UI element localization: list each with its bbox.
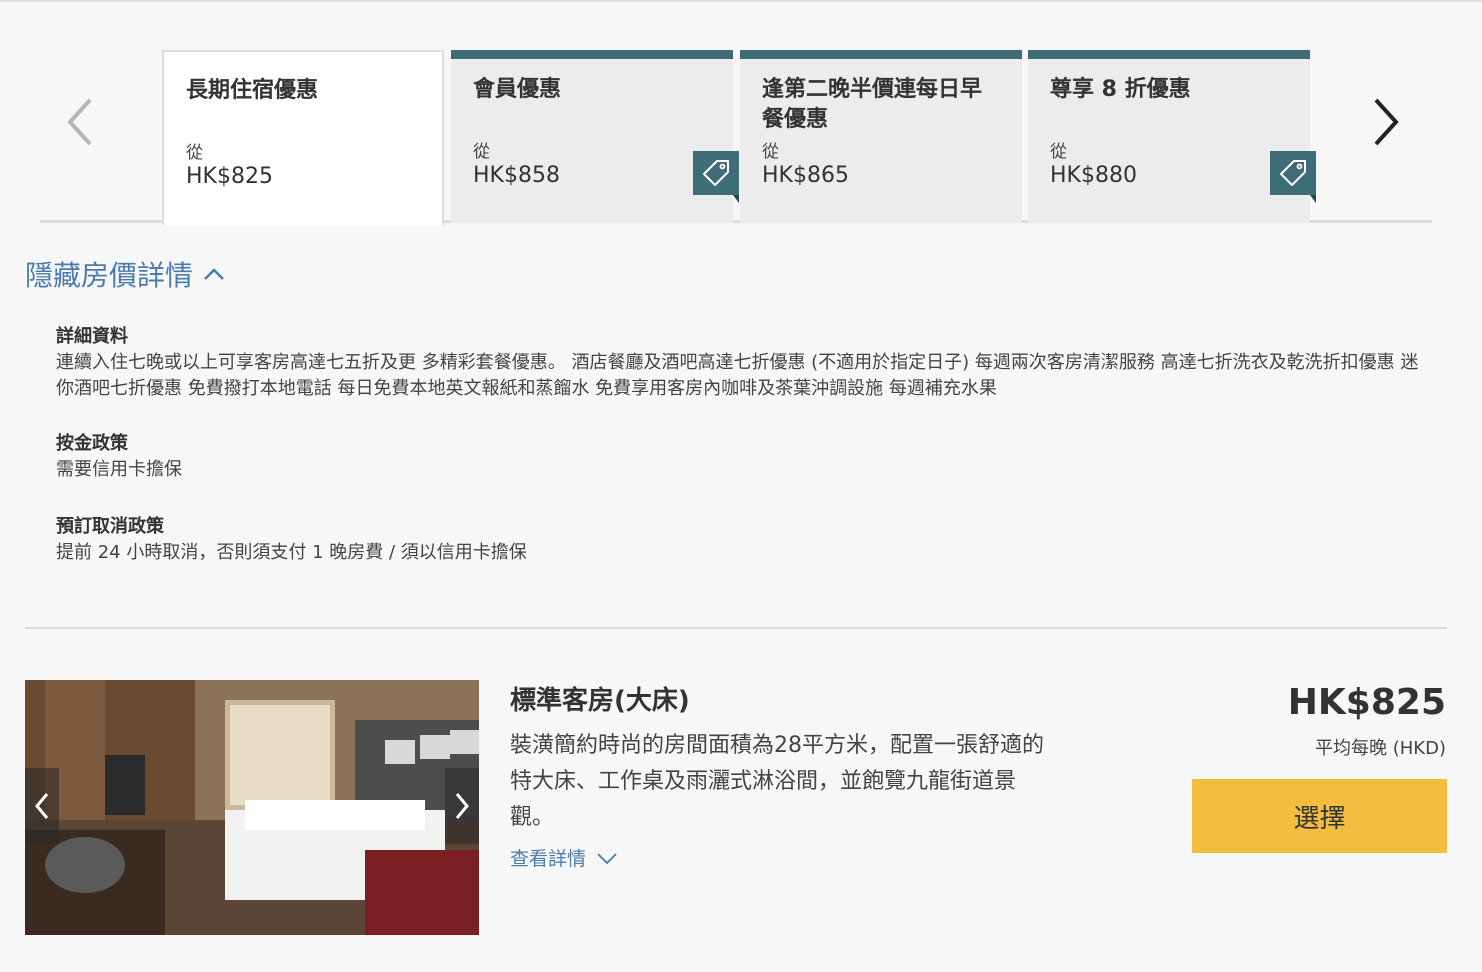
hide-rate-details-link[interactable]: 隱藏房價詳情 bbox=[25, 254, 225, 294]
tab-title: 長期住宿優惠 bbox=[186, 78, 319, 103]
tab-long-stay[interactable]: 長期住宿優惠 從 HK$825 bbox=[162, 50, 444, 225]
photo-prev-button[interactable] bbox=[25, 768, 59, 844]
view-details-label: 查看詳情 bbox=[510, 848, 587, 870]
room-description: 裝潢簡約時尚的房間面積為28平方米，配置一張舒適的特大床、工作桌及雨灑式淋浴間，… bbox=[510, 733, 1044, 830]
tab-price: HK$865 bbox=[762, 163, 849, 188]
top-divider bbox=[0, 0, 1482, 2]
chevron-left-icon bbox=[67, 98, 92, 146]
tab-title: 會員優惠 bbox=[473, 77, 562, 102]
tab-from-label: 從 bbox=[762, 142, 779, 162]
tab-member[interactable]: 會員優惠 從 HK$858 bbox=[451, 50, 739, 223]
details-info-heading: 詳細資料 bbox=[56, 326, 128, 347]
tab-price: HK$880 bbox=[1050, 163, 1137, 188]
price-tag-icon bbox=[1280, 160, 1306, 186]
room-photo bbox=[25, 680, 479, 935]
tag-badge bbox=[693, 151, 739, 203]
tab-price: HK$825 bbox=[186, 164, 273, 189]
tab-from-label: 從 bbox=[186, 143, 203, 163]
chevron-down-icon bbox=[597, 852, 617, 864]
tab-title: 尊享 8 折優惠 bbox=[1050, 77, 1191, 102]
deposit-policy-text: 需要信用卡擔保 bbox=[56, 459, 182, 480]
tab-from-label: 從 bbox=[1050, 142, 1067, 162]
photo-next-button[interactable] bbox=[445, 768, 479, 844]
cancel-policy-section: 預訂取消政策 提前 24 小時取消，否則須支付 1 晚房費 / 須以信用卡擔保 bbox=[56, 514, 1436, 566]
chevron-right-icon bbox=[1374, 98, 1399, 146]
price-note: 平均每晚 (HKD) bbox=[1315, 738, 1446, 759]
tabs-prev-button[interactable] bbox=[60, 96, 104, 148]
room-title: 標準客房(大床) bbox=[510, 686, 690, 716]
view-details-link[interactable]: 查看詳情 bbox=[510, 844, 618, 871]
room-price: HK$825 bbox=[1287, 682, 1446, 723]
tab-title: 逢第二晚半價連每日早餐優惠 bbox=[762, 77, 983, 132]
cancel-policy-heading: 預訂取消政策 bbox=[56, 516, 164, 537]
tabs-next-button[interactable] bbox=[1364, 96, 1408, 148]
room-photo-image bbox=[25, 680, 479, 935]
deposit-policy-section: 按金政策 需要信用卡擔保 bbox=[56, 431, 1436, 483]
cancel-policy-text: 提前 24 小時取消，否則須支付 1 晚房費 / 須以信用卡擔保 bbox=[56, 542, 527, 563]
rate-tabs: 長期住宿優惠 從 HK$825 會員優惠 從 HK$858 逢第二晚半價連每日早… bbox=[0, 40, 1482, 230]
chevron-right-icon bbox=[455, 793, 469, 819]
details-info-text: 連續入住七晚或以上可享客房高達七五折及更 多精彩套餐優惠。 酒店餐廳及酒吧高達七… bbox=[56, 352, 1419, 399]
tab-price: HK$858 bbox=[473, 163, 560, 188]
chevron-up-icon bbox=[204, 268, 224, 280]
tab-second-night-half-price[interactable]: 逢第二晚半價連每日早餐優惠 從 HK$865 bbox=[740, 50, 1022, 223]
details-info-section: 詳細資料 連續入住七晚或以上可享客房高達七五折及更 多精彩套餐優惠。 酒店餐廳及… bbox=[56, 324, 1436, 402]
tab-from-label: 從 bbox=[473, 142, 490, 162]
deposit-policy-heading: 按金政策 bbox=[56, 433, 128, 454]
tab-20-percent-off[interactable]: 尊享 8 折優惠 從 HK$880 bbox=[1028, 50, 1316, 223]
select-button[interactable]: 選擇 bbox=[1192, 779, 1447, 853]
chevron-left-icon bbox=[35, 793, 49, 819]
tag-badge bbox=[1270, 151, 1316, 203]
section-divider bbox=[25, 627, 1447, 629]
price-tag-icon bbox=[703, 160, 729, 186]
hide-details-label: 隱藏房價詳情 bbox=[25, 259, 194, 292]
